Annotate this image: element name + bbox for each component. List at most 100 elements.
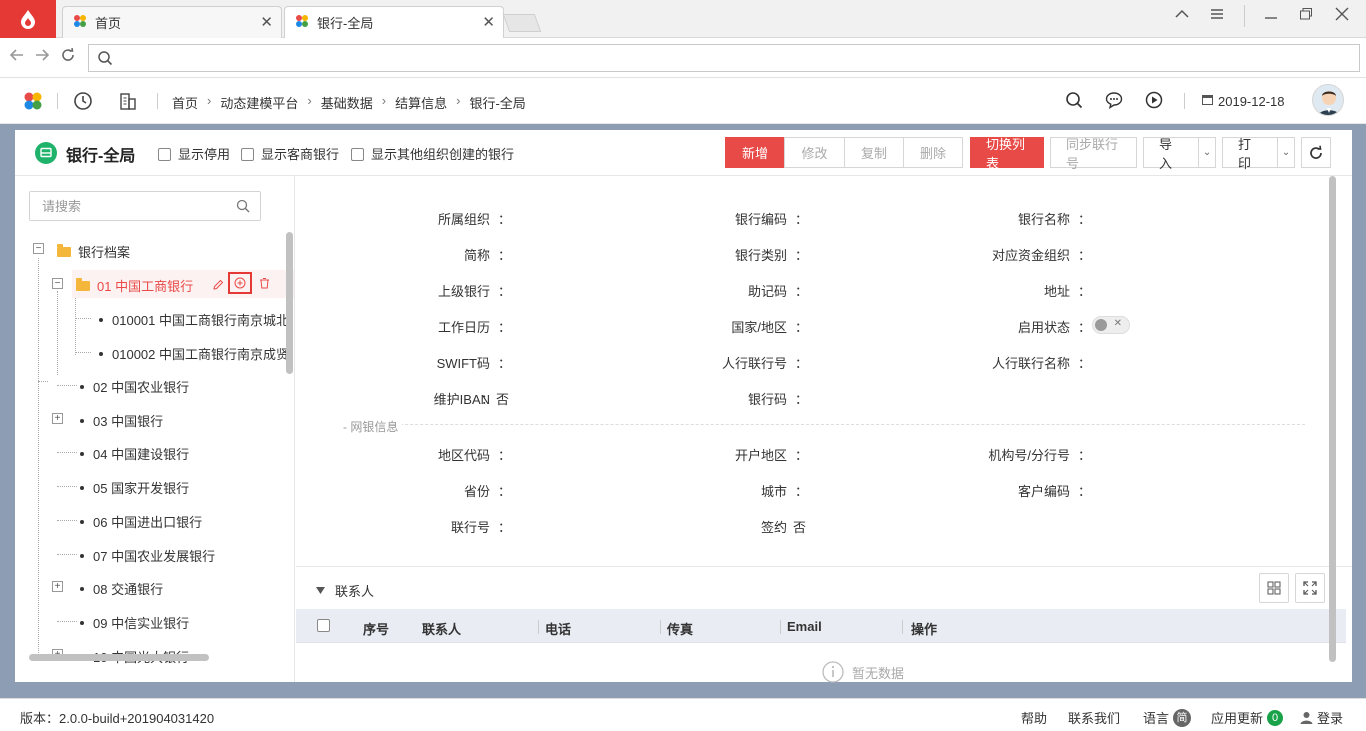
edit-button[interactable]: 修改 (784, 137, 845, 168)
tree-node-selected[interactable]: 01 中国工商银行 (76, 276, 193, 295)
field-label: 工作日历 (437, 320, 490, 335)
close-window-icon[interactable] (1334, 6, 1350, 27)
column-header[interactable]: 传真 (667, 619, 693, 638)
close-icon[interactable]: ✕ (482, 13, 495, 31)
update-count-badge: 0 (1267, 709, 1284, 726)
tree-node[interactable]: 04 中国建设银行 (80, 444, 189, 463)
delete-button[interactable]: 删除 (903, 137, 963, 168)
search-icon[interactable] (1065, 91, 1083, 112)
column-header[interactable]: Email (787, 619, 822, 634)
show-other-org-checkbox[interactable]: 显示其他组织创建的银行 (351, 144, 514, 163)
chevron-down-icon[interactable]: ⌄ (1198, 137, 1216, 168)
checkbox[interactable] (241, 148, 254, 161)
add-child-node-icon[interactable] (228, 272, 252, 294)
tab-home[interactable]: 首页 ✕ (62, 6, 282, 38)
field-colon: ： (1078, 448, 1092, 463)
reload-icon[interactable] (60, 47, 76, 68)
field-label: 城市 (760, 484, 787, 499)
import-button[interactable]: 导入 (1143, 137, 1199, 171)
checkbox[interactable] (158, 148, 171, 161)
tree-node[interactable]: 05 国家开发银行 (80, 478, 189, 497)
play-icon[interactable] (1145, 91, 1163, 112)
switch-list-button[interactable]: 切换列表 (970, 137, 1044, 171)
org-icon[interactable] (119, 91, 137, 114)
column-header[interactable]: 联系人 (422, 619, 461, 638)
grid-view-button[interactable] (1259, 573, 1289, 603)
chevron-right-icon: › (381, 93, 387, 108)
skin-icon[interactable] (1174, 6, 1190, 27)
add-button[interactable]: 新增 (725, 137, 785, 168)
tree-node[interactable]: 03 中国银行 (80, 411, 163, 430)
login-link[interactable]: 登录 (1300, 708, 1343, 727)
menu-icon[interactable] (1209, 6, 1225, 27)
chevron-down-icon[interactable]: ⌄ (1277, 137, 1295, 168)
back-icon[interactable] (9, 47, 25, 68)
tree-search-box (29, 191, 261, 221)
breadcrumb-item[interactable]: 结算信息 (395, 93, 447, 112)
tree-vertical-scrollbar[interactable] (286, 232, 293, 374)
sync-bank-number-button[interactable]: 同步联行号 (1050, 137, 1137, 171)
checkbox[interactable] (351, 148, 364, 161)
column-header[interactable]: 操作 (911, 619, 937, 638)
delete-node-icon[interactable] (259, 277, 270, 292)
column-header[interactable]: 电话 (545, 619, 571, 638)
close-icon[interactable]: ✕ (260, 13, 273, 31)
expand-icon[interactable]: + (52, 413, 63, 424)
show-disabled-checkbox[interactable]: 显示停用 (158, 144, 230, 163)
column-divider[interactable] (902, 620, 903, 634)
search-icon[interactable] (236, 199, 250, 216)
column-divider[interactable] (780, 620, 781, 634)
tree-node-label: 08 交通银行 (93, 582, 164, 597)
contact-us-link[interactable]: 联系我们 (1068, 708, 1120, 727)
language-switch[interactable]: 语言 简 (1143, 708, 1192, 727)
app-header: 首页 › 动态建模平台 › 基础数据 › 结算信息 › 银行-全局 2019-12-18 (0, 78, 1366, 124)
content-vertical-scrollbar[interactable] (1329, 176, 1336, 662)
edit-node-icon[interactable] (213, 278, 224, 293)
field-label: SWIFT码 (436, 356, 490, 371)
tree-node[interactable]: 09 中信实业银行 (80, 613, 189, 632)
collapse-icon[interactable]: − (52, 278, 63, 289)
show-merchant-bank-checkbox[interactable]: 显示客商银行 (241, 144, 339, 163)
fullscreen-button[interactable] (1295, 573, 1325, 603)
tree-node-leaf[interactable]: 010001 中国工商银行南京城北 (99, 310, 289, 329)
tree-node[interactable]: 02 中国农业银行 (80, 377, 189, 396)
message-icon[interactable] (1105, 91, 1123, 112)
tab-bank[interactable]: 银行-全局 ✕ (284, 6, 504, 38)
url-input[interactable] (88, 44, 1360, 72)
tree-node-root[interactable]: 银行档案 (57, 242, 130, 261)
tree-horizontal-scrollbar[interactable] (29, 654, 209, 661)
tree-search-input[interactable] (30, 192, 220, 220)
tree-node-leaf[interactable]: 010002 中国工商银行南京成贤 (99, 344, 289, 363)
breadcrumb-item[interactable]: 首页 (172, 93, 198, 112)
select-all-checkbox[interactable] (317, 619, 330, 632)
help-link[interactable]: 帮助 (1021, 708, 1047, 727)
new-tab-button[interactable] (502, 14, 542, 32)
history-icon[interactable] (73, 91, 93, 114)
column-divider[interactable] (660, 620, 661, 634)
field-colon: ： (498, 448, 512, 463)
enable-status-toggle[interactable]: ✕ (1092, 316, 1130, 334)
app-update-link[interactable]: 应用更新 0 (1211, 708, 1284, 727)
status-footer: 版本：2.0.0-build+201904031420 帮助 联系我们 语言 简… (0, 698, 1366, 731)
expand-icon[interactable]: + (52, 581, 63, 592)
collapse-icon[interactable]: − (33, 243, 44, 254)
forward-icon[interactable] (34, 47, 50, 68)
tree-node[interactable]: 07 中国农业发展银行 (80, 546, 215, 565)
avatar[interactable] (1312, 84, 1344, 116)
minimize-icon[interactable] (1263, 6, 1279, 27)
copy-button[interactable]: 复制 (844, 137, 904, 168)
refresh-button[interactable] (1301, 137, 1331, 168)
browser-logo-icon[interactable] (0, 0, 56, 38)
user-icon (1300, 712, 1313, 724)
app-logo-icon[interactable] (23, 91, 43, 114)
breadcrumb-item[interactable]: 动态建模平台 (220, 93, 298, 112)
tree-node[interactable]: 08 交通银行 (80, 579, 163, 598)
tree-node[interactable]: 06 中国进出口银行 (80, 512, 202, 531)
column-header[interactable]: 序号 (363, 619, 389, 638)
print-button[interactable]: 打印 (1222, 137, 1278, 171)
contacts-header[interactable]: 联系人 (316, 581, 374, 600)
current-date: 2019-12-18 (1218, 93, 1285, 109)
restore-icon[interactable] (1298, 6, 1314, 27)
breadcrumb-item[interactable]: 基础数据 (321, 93, 373, 112)
column-divider[interactable] (538, 620, 539, 634)
